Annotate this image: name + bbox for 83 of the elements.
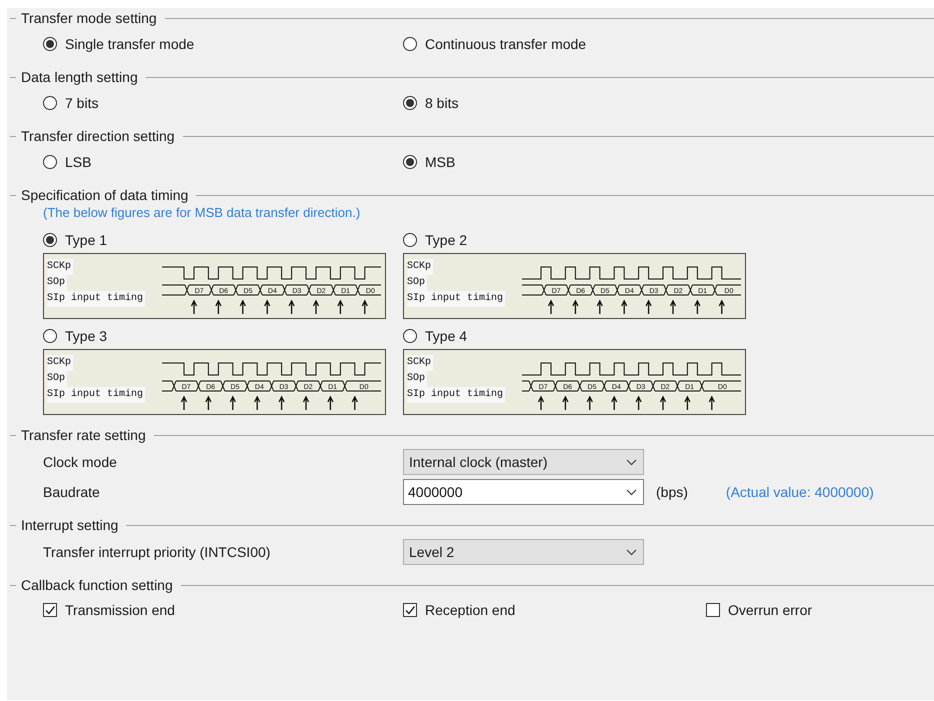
sample-arrow [708, 396, 715, 411]
unit-label: (bps) [656, 482, 688, 502]
dropdown[interactable]: Level 2 [403, 539, 644, 565]
sample-arrow [694, 300, 701, 315]
section-title: Transfer rate setting [21, 426, 146, 445]
sample-arrow [621, 300, 628, 315]
actual-value-note: (Actual value: 4000000) [726, 482, 874, 502]
signal-label: SOp [407, 371, 428, 387]
sample-arrow [586, 396, 593, 411]
signal-label: SOp [47, 371, 68, 387]
sample-arrow [718, 300, 725, 315]
checkbox[interactable]: Overrun error [706, 597, 934, 623]
sample-arrow [215, 300, 222, 315]
field-label: Clock mode [43, 452, 118, 472]
field-label: Baudrate [43, 482, 101, 502]
sample-arrow [180, 396, 188, 411]
sample-arrow [362, 300, 368, 315]
sample-arrow [562, 396, 569, 411]
signal-label: SCKp [407, 259, 434, 275]
radio-button[interactable]: 8 bits [403, 90, 934, 116]
section-title: Callback function setting [21, 576, 173, 595]
sample-arrow [302, 396, 310, 411]
field-label: Transfer interrupt priority (INTCSI00) [43, 542, 272, 562]
sample-arrow [264, 300, 270, 315]
sample-arrow [205, 396, 212, 411]
chevron-down-icon [626, 548, 637, 556]
sample-arrow [670, 300, 676, 315]
signal-label: SIp input timing [407, 387, 506, 403]
combo-box[interactable]: 4000000 [403, 479, 644, 505]
sample-arrow [611, 396, 618, 411]
sample-arrow [190, 300, 198, 315]
sample-arrow [572, 300, 579, 315]
sample-arrow [660, 396, 666, 411]
signal-label: SCKp [407, 355, 434, 371]
sample-arrow [352, 396, 358, 411]
sample-arrow [548, 300, 554, 315]
section-title: Data length setting [21, 68, 138, 87]
sample-arrow [596, 300, 603, 315]
signal-label: SOp [47, 275, 68, 291]
radio-button[interactable]: Type 4 [403, 323, 934, 349]
chevron-down-icon [626, 458, 637, 466]
radio-circle[interactable] [43, 233, 57, 247]
signal-label: SCKp [47, 355, 74, 371]
sample-arrow [312, 300, 320, 315]
sample-arrow [337, 300, 344, 315]
radio-circle[interactable] [43, 37, 57, 51]
signal-label: SIp input timing [47, 387, 146, 403]
sample-arrow [635, 396, 642, 411]
radio-button[interactable]: Continuous transfer mode [403, 31, 934, 57]
radio-circle[interactable] [403, 155, 417, 169]
radio-button[interactable]: Type 3 [43, 323, 403, 349]
checkbox[interactable]: Transmission end [43, 597, 403, 623]
radio-button[interactable]: MSB [403, 149, 934, 175]
signal-label: SOp [407, 275, 428, 291]
radio-button[interactable]: LSB [43, 149, 403, 175]
dropdown[interactable]: Internal clock (master) [403, 449, 644, 475]
checkbox-square[interactable] [403, 603, 417, 617]
chevron-down-icon [626, 488, 637, 496]
sample-arrow [684, 396, 691, 411]
radio-button[interactable]: 7 bits [43, 90, 403, 116]
section-title: Specification of data timing [21, 186, 188, 205]
signal-label: SCKp [47, 259, 74, 275]
section-title: Transfer direction setting [21, 126, 175, 146]
sample-arrow [240, 300, 246, 315]
checkbox-square[interactable] [706, 603, 720, 617]
section-title: Transfer mode setting [21, 8, 157, 28]
note-text: (The below figures are for MSB data transfer direction.) [43, 204, 362, 222]
radio-button[interactable]: Type 1 [43, 227, 403, 253]
radio-button[interactable]: Single transfer mode [43, 31, 403, 57]
radio-button[interactable]: Type 2 [403, 227, 934, 253]
checkbox-square[interactable] [43, 603, 57, 617]
radio-circle[interactable] [403, 96, 417, 110]
sample-arrow [254, 396, 260, 411]
sample-arrow [645, 300, 652, 315]
sample-arrow [230, 396, 236, 411]
checkbox[interactable]: Reception end [403, 597, 706, 623]
sample-arrow [278, 396, 285, 411]
signal-label: SIp input timing [47, 291, 146, 307]
section-title: Interrupt setting [21, 516, 118, 535]
sample-arrow [327, 396, 334, 411]
sample-arrow [538, 396, 544, 411]
signal-label: SIp input timing [407, 291, 506, 307]
sample-arrow [288, 300, 295, 315]
